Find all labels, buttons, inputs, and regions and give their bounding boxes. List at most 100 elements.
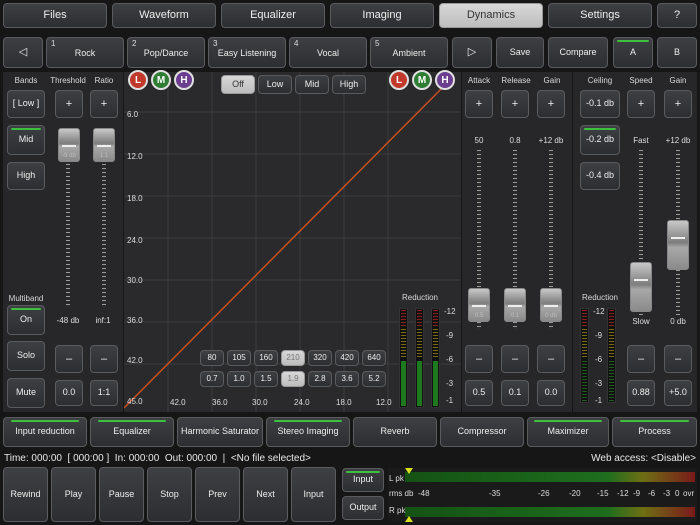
preset-number: 4 — [294, 39, 299, 48]
limiter-gain-slider-knob[interactable] — [667, 220, 689, 270]
module-reverb[interactable]: Reverb — [353, 417, 437, 447]
release-slider-knob[interactable]: 0.1 — [504, 288, 526, 322]
threshold-minus-button[interactable]: – — [55, 345, 83, 373]
rewind-button[interactable]: Rewind — [3, 467, 48, 522]
threshold-plus-button[interactable]: + — [55, 90, 83, 118]
band-m-indicator[interactable]: M — [151, 70, 171, 90]
freq-button[interactable]: 420 — [335, 350, 359, 366]
ratio-preset-button[interactable]: 3.6 — [335, 371, 359, 387]
module-equalizer[interactable]: Equalizer — [90, 417, 174, 447]
save-button[interactable]: Save — [496, 37, 544, 68]
next-button[interactable]: Next — [243, 467, 288, 522]
x-tick: 30.0 — [252, 398, 268, 407]
band-mid-button[interactable]: Mid — [7, 125, 45, 155]
threshold-value[interactable]: 0.0 — [55, 380, 83, 406]
mode-mid-button[interactable]: Mid — [295, 75, 329, 94]
tab-imaging[interactable]: Imaging — [330, 3, 434, 28]
release-plus-button[interactable]: + — [501, 90, 529, 118]
band-h-indicator[interactable]: H — [174, 70, 194, 90]
freq-button[interactable]: 105 — [227, 350, 251, 366]
band-l-indicator-right[interactable]: L — [389, 70, 409, 90]
ratio-preset-button[interactable]: 2.8 — [308, 371, 332, 387]
ratio-preset-button[interactable]: 1.5 — [254, 371, 278, 387]
gain-minus-button[interactable]: – — [537, 345, 565, 373]
limiter-reduction-tick: -3 — [595, 379, 603, 388]
prev-button[interactable]: Prev — [195, 467, 240, 522]
ceiling-01-button[interactable]: -0.1 db — [580, 90, 620, 118]
threshold-slider-knob[interactable]: -9 db — [58, 128, 80, 162]
mode-off-button[interactable]: Off — [221, 75, 255, 94]
band-m-indicator-right[interactable]: M — [412, 70, 432, 90]
limiter-gain-minus-button[interactable]: – — [664, 345, 692, 373]
tab-settings[interactable]: Settings — [548, 3, 652, 28]
release-minus-button[interactable]: – — [501, 345, 529, 373]
module-compressor[interactable]: Compressor — [440, 417, 524, 447]
limiter-gain-value[interactable]: +5.0 — [664, 380, 692, 406]
module-harmonic-saturator[interactable]: Harmonic Saturator — [177, 417, 263, 447]
input-source-button[interactable]: Input — [291, 467, 336, 522]
freq-button[interactable]: 640 — [362, 350, 386, 366]
module-stereo-imaging[interactable]: Stereo Imaging — [266, 417, 350, 447]
ratio-value[interactable]: 1:1 — [90, 380, 118, 406]
ratio-plus-button[interactable]: + — [90, 90, 118, 118]
preset-3[interactable]: 3 Easy Listening — [208, 37, 286, 68]
ratio-preset-button[interactable]: 0.7 — [200, 371, 224, 387]
prev-preset-button[interactable]: ◁ — [3, 37, 43, 68]
ratio-slider-knob[interactable]: 1:1 — [93, 128, 115, 162]
play-button[interactable]: Play — [51, 467, 96, 522]
module-maximizer[interactable]: Maximizer — [527, 417, 609, 447]
a-button[interactable]: A — [613, 37, 653, 68]
attack-value[interactable]: 0.5 — [465, 380, 493, 406]
attack-minus-button[interactable]: – — [465, 345, 493, 373]
meter-input-button[interactable]: Input — [342, 468, 384, 492]
solo-button[interactable]: Solo — [7, 341, 45, 371]
speed-plus-button[interactable]: + — [627, 90, 655, 118]
attack-plus-button[interactable]: + — [465, 90, 493, 118]
meter-output-button[interactable]: Output — [342, 496, 384, 520]
band-low-button[interactable]: [ Low ] — [7, 90, 45, 118]
freq-button[interactable]: 160 — [254, 350, 278, 366]
preset-1[interactable]: 1 Rock — [46, 37, 124, 68]
ratio-minus-button[interactable]: – — [90, 345, 118, 373]
module-process[interactable]: Process — [612, 417, 697, 447]
mute-button[interactable]: Mute — [7, 378, 45, 408]
band-h-indicator-right[interactable]: H — [435, 70, 455, 90]
gain-plus-button[interactable]: + — [537, 90, 565, 118]
gain-value[interactable]: 0.0 — [537, 380, 565, 406]
preset-4[interactable]: 4 Vocal — [289, 37, 367, 68]
mode-high-button[interactable]: High — [332, 75, 366, 94]
speed-slider-knob[interactable] — [630, 262, 652, 312]
freq-button[interactable]: 320 — [308, 350, 332, 366]
compare-button[interactable]: Compare — [548, 37, 608, 68]
preset-2[interactable]: 2 Pop/Dance — [127, 37, 205, 68]
ceiling-02-button[interactable]: -0.2 db — [580, 125, 620, 155]
ratio-preset-button-selected[interactable]: 1.9 — [281, 371, 305, 387]
mode-low-button[interactable]: Low — [258, 75, 292, 94]
band-l-indicator[interactable]: L — [128, 70, 148, 90]
tab-help[interactable]: ? — [657, 3, 697, 28]
band-high-button[interactable]: High — [7, 162, 45, 190]
release-value[interactable]: 0.1 — [501, 380, 529, 406]
tab-equalizer[interactable]: Equalizer — [221, 3, 325, 28]
gain-slider-knob[interactable]: 0 db — [540, 288, 562, 322]
tab-waveform[interactable]: Waveform — [112, 3, 216, 28]
preset-5[interactable]: 5 Ambient — [370, 37, 448, 68]
ceiling-04-button[interactable]: -0.4 db — [580, 162, 620, 190]
multiband-on-button[interactable]: On — [7, 305, 45, 335]
attack-slider-knob[interactable]: 0.5 — [468, 288, 490, 322]
next-preset-button[interactable]: ▷ — [452, 37, 492, 68]
pause-button[interactable]: Pause — [99, 467, 144, 522]
ratio-preset-button[interactable]: 1.0 — [227, 371, 251, 387]
speed-minus-button[interactable]: – — [627, 345, 655, 373]
b-button[interactable]: B — [657, 37, 697, 68]
ratio-preset-button[interactable]: 5.2 — [362, 371, 386, 387]
limiter-gain-plus-button[interactable]: + — [664, 90, 692, 118]
tab-dynamics[interactable]: Dynamics — [439, 3, 543, 28]
module-input-reduction[interactable]: Input reduction — [3, 417, 87, 447]
freq-button[interactable]: 80 — [200, 350, 224, 366]
stop-button[interactable]: Stop — [147, 467, 192, 522]
tab-files[interactable]: Files — [3, 3, 107, 28]
freq-button-selected[interactable]: 210 — [281, 350, 305, 366]
limiter-gain-top-label: +12 db — [665, 136, 691, 145]
speed-value[interactable]: 0.88 — [627, 380, 655, 406]
